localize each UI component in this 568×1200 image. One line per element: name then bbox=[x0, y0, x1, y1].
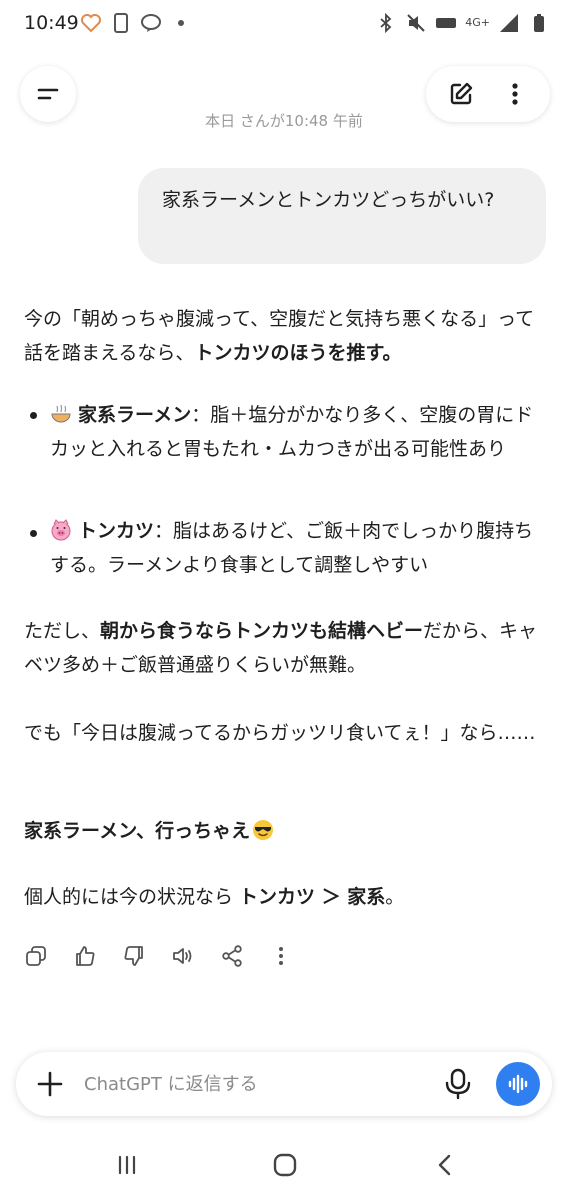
bullet-item-ramen: 家系ラーメン：脂＋塩分がかなり多く、空腹の胃にドカッと入れると胃もたれ・ムカつき… bbox=[50, 398, 550, 466]
microphone-icon bbox=[445, 1068, 471, 1100]
bullet-dot bbox=[30, 412, 37, 419]
thumbs-up-button[interactable] bbox=[73, 944, 97, 968]
menu-icon bbox=[37, 88, 59, 100]
recent-apps-icon bbox=[118, 1155, 136, 1175]
thumbs-up-icon bbox=[76, 946, 95, 966]
bullet-dot bbox=[30, 530, 37, 537]
response-intro: 今の「朝めっちゃ腹減って、空腹だと気持ち悪くなる」って話を踏まえるなら、トンカツ… bbox=[24, 302, 548, 370]
response-caution: ただし、朝から食うならトンカツも結構ヘビーだから、キャベツ多め＋ご飯普通盛りくら… bbox=[24, 614, 548, 682]
back-chevron-icon bbox=[438, 1154, 451, 1176]
more-actions-button[interactable] bbox=[269, 944, 293, 968]
copy-icon bbox=[26, 946, 46, 966]
health-heart-icon bbox=[81, 14, 101, 33]
voice-wave-icon bbox=[508, 1074, 528, 1094]
pig-face-icon bbox=[51, 519, 71, 541]
bullet-title: 家系ラーメン bbox=[78, 404, 192, 426]
notification-phone-icon bbox=[114, 13, 128, 33]
network-type-label: 4G+ bbox=[465, 16, 490, 29]
battery-icon bbox=[534, 14, 544, 32]
sunglasses-face-icon bbox=[253, 820, 274, 840]
response-alt-bold: 家系ラーメン、行っちゃえ bbox=[24, 814, 548, 848]
voice-mode-button[interactable] bbox=[496, 1062, 540, 1106]
kebab-menu-icon bbox=[512, 83, 518, 105]
thumbs-down-icon bbox=[124, 946, 143, 966]
status-right-icons: 4G+ bbox=[375, 12, 550, 34]
bluetooth-icon bbox=[380, 12, 392, 34]
signal-strength-icon bbox=[500, 14, 518, 32]
home-icon bbox=[273, 1153, 297, 1177]
more-options-button[interactable] bbox=[501, 80, 529, 108]
status-time: 10:49 bbox=[24, 12, 79, 34]
caution-text-bold: 朝から食うならトンカツも結構ヘビー bbox=[100, 620, 424, 642]
speaker-icon bbox=[173, 948, 192, 964]
status-left-icons bbox=[80, 12, 192, 34]
alt-bold-text: 家系ラーメン、行っちゃえ bbox=[24, 820, 251, 842]
conclusion-text-post: 。 bbox=[385, 886, 405, 908]
conclusion-text-bold: トンカツ ＞ 家系 bbox=[239, 886, 386, 908]
read-aloud-button[interactable] bbox=[171, 944, 195, 968]
edit-icon bbox=[450, 82, 473, 105]
message-input[interactable] bbox=[84, 1066, 424, 1102]
user-message-bubble: 家系ラーメンとトンカツどっちがいい? bbox=[138, 168, 546, 264]
dot-icon bbox=[178, 20, 184, 26]
share-button[interactable] bbox=[220, 944, 244, 968]
response-alternative: でも「今日は腹減ってるからガッツリ食いてぇ！」なら…… bbox=[24, 722, 536, 744]
conversation-timestamp: 本日 さんが10:48 午前 bbox=[205, 112, 363, 130]
caution-text-pre: ただし、 bbox=[24, 620, 101, 642]
mute-icon bbox=[407, 14, 425, 32]
recent-apps-button[interactable] bbox=[112, 1150, 142, 1180]
copy-button[interactable] bbox=[24, 944, 48, 968]
thumbs-down-button[interactable] bbox=[122, 944, 146, 968]
conclusion-text-pre: 個人的には今の状況なら bbox=[24, 886, 240, 908]
attach-button[interactable] bbox=[34, 1068, 66, 1100]
home-button[interactable] bbox=[270, 1150, 300, 1180]
share-icon bbox=[222, 945, 242, 967]
plus-icon bbox=[37, 1071, 63, 1097]
volte-icon bbox=[436, 18, 457, 28]
bullet-item-tonkatsu: トンカツ：脂はあるけど、ご飯＋肉でしっかり腹持ちする。ラーメンより食事として調整… bbox=[50, 514, 550, 582]
response-conclusion: 個人的には今の状況なら トンカツ ＞ 家系。 bbox=[24, 880, 548, 914]
response-intro-bold: トンカツのほうを推す。 bbox=[194, 342, 402, 364]
message-actions bbox=[24, 944, 293, 968]
kebab-menu-icon bbox=[279, 947, 283, 965]
back-button[interactable] bbox=[430, 1150, 460, 1180]
bullet-title: トンカツ bbox=[78, 520, 155, 542]
new-chat-button[interactable] bbox=[447, 80, 475, 108]
line-app-icon bbox=[141, 14, 161, 32]
dictation-button[interactable] bbox=[444, 1068, 472, 1100]
ramen-bowl-icon bbox=[51, 404, 71, 423]
